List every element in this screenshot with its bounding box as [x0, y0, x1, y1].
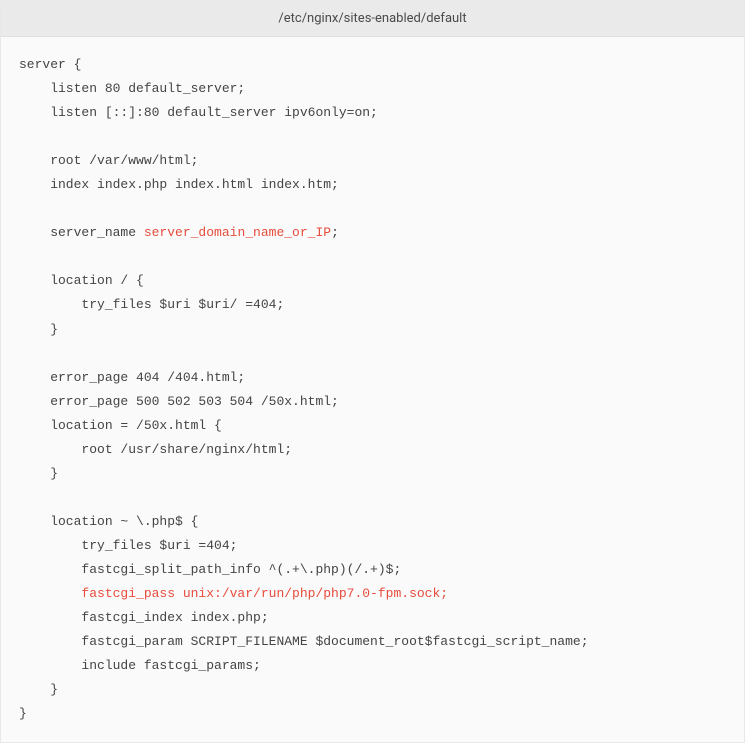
code-line: location / {: [19, 273, 144, 288]
code-block: /etc/nginx/sites-enabled/default server …: [0, 0, 745, 743]
code-line: }: [19, 322, 58, 337]
code-line: root /usr/share/nginx/html;: [19, 442, 292, 457]
code-line: try_files $uri =404;: [19, 538, 237, 553]
code-line: fastcgi_param SCRIPT_FILENAME $document_…: [19, 634, 589, 649]
code-line: error_page 404 /404.html;: [19, 370, 245, 385]
code-line: }: [19, 466, 58, 481]
code-line: }: [19, 706, 27, 721]
code-line: location = /50x.html {: [19, 418, 222, 433]
code-line: try_files $uri $uri/ =404;: [19, 297, 284, 312]
code-line: index index.php index.html index.htm;: [19, 177, 339, 192]
code-line: fastcgi_index index.php;: [19, 610, 269, 625]
file-path-header: /etc/nginx/sites-enabled/default: [1, 1, 744, 37]
code-line: server_name: [19, 225, 144, 240]
code-line: ;: [331, 225, 339, 240]
code-line: include fastcgi_params;: [19, 658, 261, 673]
code-line: location ~ \.php$ {: [19, 514, 198, 529]
code-line: }: [19, 682, 58, 697]
code-line: listen [::]:80 default_server ipv6only=o…: [19, 105, 378, 120]
code-highlight-fastcgi-pass: fastcgi_pass unix:/var/run/php/php7.0-fp…: [19, 586, 448, 601]
code-line: root /var/www/html;: [19, 153, 198, 168]
code-line: listen 80 default_server;: [19, 81, 245, 96]
code-line: server {: [19, 57, 81, 72]
code-highlight-server-name: server_domain_name_or_IP: [144, 225, 331, 240]
code-line: fastcgi_split_path_info ^(.+\.php)(/.+)$…: [19, 562, 401, 577]
code-content: server { listen 80 default_server; liste…: [1, 37, 744, 742]
code-line: error_page 500 502 503 504 /50x.html;: [19, 394, 339, 409]
